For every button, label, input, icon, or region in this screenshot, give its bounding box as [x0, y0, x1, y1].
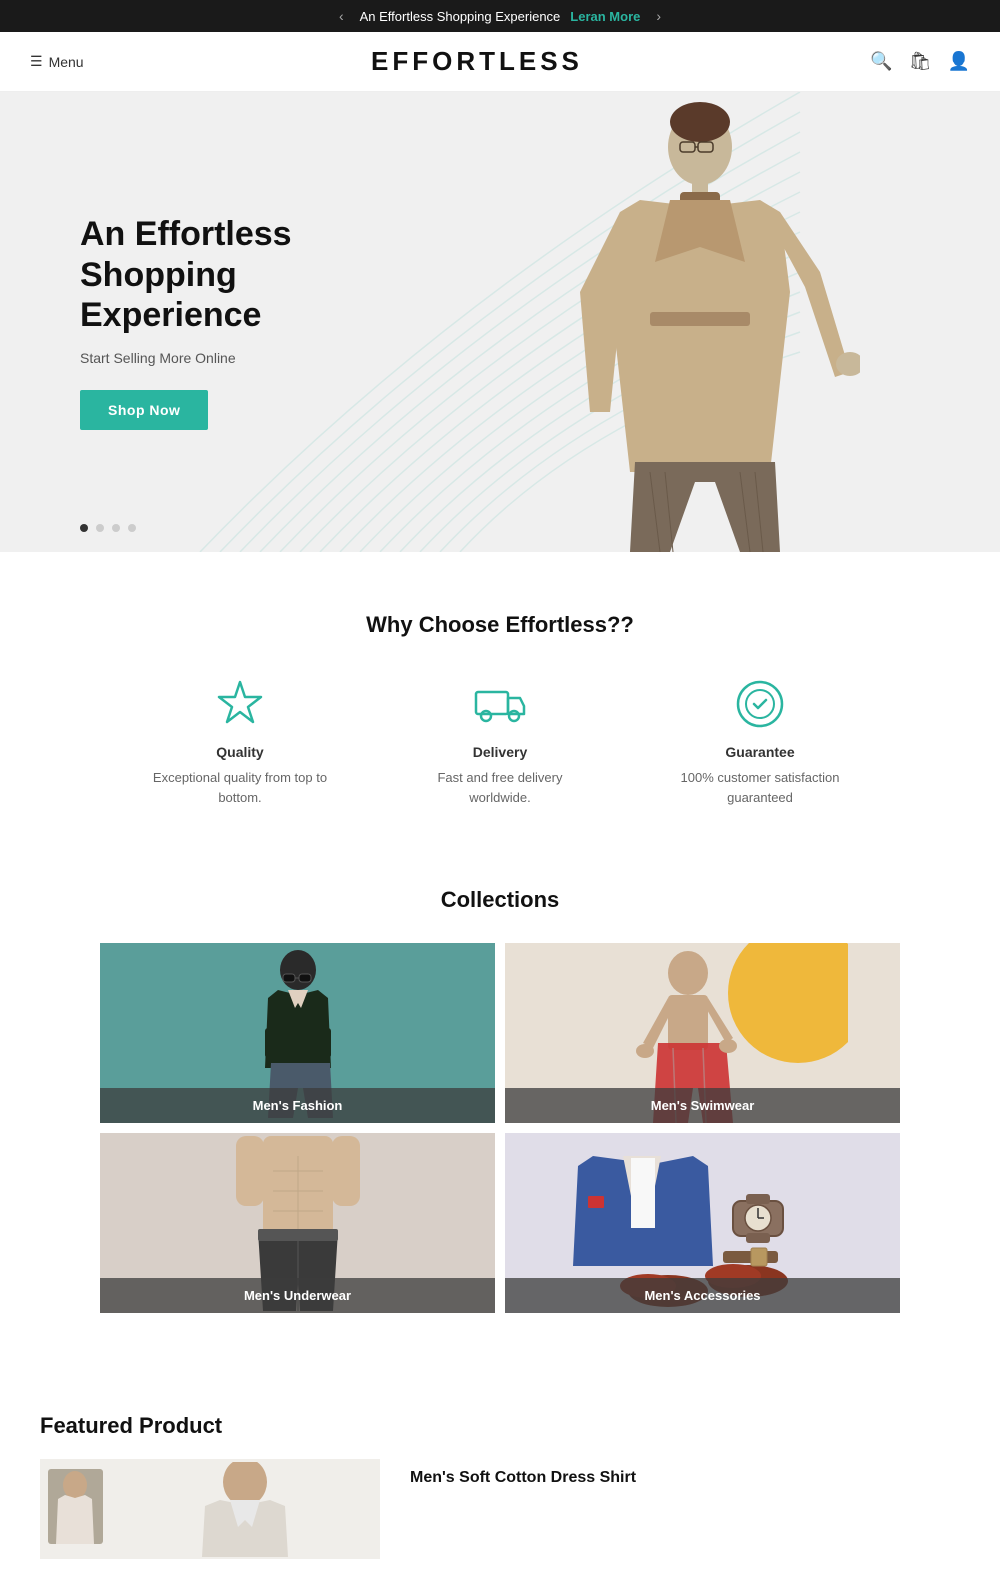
- search-icon[interactable]: 🔍: [870, 51, 892, 72]
- collection-label-mens-accessories: Men's Accessories: [505, 1278, 900, 1313]
- feature-quality-desc: Exceptional quality from top to bottom.: [150, 768, 330, 807]
- feature-delivery-title: Delivery: [410, 744, 590, 760]
- dot-2[interactable]: [96, 524, 104, 532]
- featured-section: Featured Product Men's Soft Cotton Dress…: [0, 1373, 1000, 1579]
- dot-1[interactable]: [80, 524, 88, 532]
- logo[interactable]: EFFORTLESS: [371, 46, 583, 77]
- collections-heading: Collections: [40, 887, 960, 913]
- announcement-link[interactable]: Leran More: [570, 9, 640, 24]
- collection-mens-swimwear[interactable]: Men's Swimwear: [505, 943, 900, 1123]
- menu-button[interactable]: ☰ Menu: [30, 53, 84, 70]
- slider-dots: [80, 524, 136, 532]
- hero-subtitle: Start Selling More Online: [80, 350, 320, 366]
- hero-content: An Effortless Shopping Experience Start …: [0, 154, 400, 490]
- hero-title: An Effortless Shopping Experience: [80, 214, 320, 336]
- featured-thumb: [48, 1469, 103, 1544]
- next-arrow[interactable]: ›: [650, 8, 667, 24]
- dot-4[interactable]: [128, 524, 136, 532]
- feature-quality: Quality Exceptional quality from top to …: [150, 678, 330, 807]
- cart-icon[interactable]: 🛍: [909, 51, 932, 72]
- header: ☰ Menu EFFORTLESS 🔍 🛍 👤: [0, 32, 1000, 92]
- star-icon: [214, 678, 266, 730]
- announcement-text: An Effortless Shopping Experience: [360, 9, 561, 24]
- collection-mens-accessories[interactable]: Men's Accessories: [505, 1133, 900, 1313]
- hero-model-svg: [540, 92, 860, 552]
- featured-product-name: Men's Soft Cotton Dress Shirt: [410, 1469, 960, 1487]
- feature-guarantee: Guarantee 100% customer satisfaction gua…: [670, 678, 850, 807]
- hamburger-icon: ☰: [30, 53, 43, 70]
- header-icons: 🔍 🛍 👤: [870, 51, 970, 72]
- collection-mens-fashion[interactable]: Men's Fashion: [100, 943, 495, 1123]
- announcement-bar: ‹ An Effortless Shopping Experience Lera…: [0, 0, 1000, 32]
- feature-quality-title: Quality: [150, 744, 330, 760]
- collection-label-mens-swimwear: Men's Swimwear: [505, 1088, 900, 1123]
- badge-icon: [734, 678, 786, 730]
- menu-label: Menu: [49, 54, 84, 70]
- why-section: Why Choose Effortless?? Quality Exceptio…: [0, 552, 1000, 867]
- collection-label-mens-fashion: Men's Fashion: [100, 1088, 495, 1123]
- why-heading: Why Choose Effortless??: [40, 612, 960, 638]
- featured-image-area: [40, 1459, 380, 1559]
- collection-mens-underwear[interactable]: Men's Underwear: [100, 1133, 495, 1313]
- features-grid: Quality Exceptional quality from top to …: [40, 678, 960, 807]
- prev-arrow[interactable]: ‹: [333, 8, 350, 24]
- featured-info: Men's Soft Cotton Dress Shirt: [410, 1459, 960, 1487]
- collections-section: Collections: [0, 867, 1000, 1373]
- featured-model-partial: [130, 1462, 360, 1557]
- user-icon[interactable]: 👤: [948, 51, 970, 72]
- hero-section: An Effortless Shopping Experience Start …: [0, 92, 1000, 552]
- collections-grid: Men's Fashion: [100, 943, 900, 1313]
- feature-delivery-desc: Fast and free delivery worldwide.: [410, 768, 590, 807]
- featured-heading: Featured Product: [40, 1413, 960, 1439]
- shop-now-button[interactable]: Shop Now: [80, 390, 208, 430]
- featured-product: Men's Soft Cotton Dress Shirt: [40, 1459, 960, 1559]
- collection-label-mens-underwear: Men's Underwear: [100, 1278, 495, 1313]
- dot-3[interactable]: [112, 524, 120, 532]
- feature-guarantee-desc: 100% customer satisfaction guaranteed: [670, 768, 850, 807]
- feature-delivery: Delivery Fast and free delivery worldwid…: [410, 678, 590, 807]
- feature-guarantee-title: Guarantee: [670, 744, 850, 760]
- truck-icon: [474, 678, 526, 730]
- hero-image: [400, 92, 1000, 552]
